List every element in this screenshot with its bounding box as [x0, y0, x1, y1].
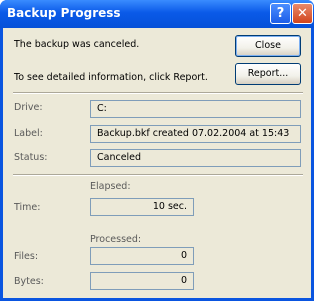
- report-hint: To see detailed information, click Repor…: [14, 72, 208, 83]
- label-label: Label:: [14, 128, 43, 139]
- separator-bottom: [13, 174, 303, 176]
- status-label: Status:: [14, 152, 48, 163]
- bytes-label: Bytes:: [14, 276, 44, 287]
- help-icon: ?: [276, 6, 285, 21]
- time-label: Time:: [14, 202, 41, 213]
- close-button[interactable]: Close: [235, 35, 301, 57]
- window-title: Backup Progress: [7, 6, 121, 20]
- time-field: 10 sec.: [90, 198, 194, 216]
- status-message: The backup was canceled.: [14, 39, 140, 50]
- files-field: 0: [90, 247, 194, 265]
- window-close-button[interactable]: ✕: [292, 3, 313, 24]
- label-field: Backup.bkf created 07.02.2004 at 15:43: [90, 125, 301, 143]
- files-label: Files:: [14, 251, 39, 262]
- help-button[interactable]: ?: [270, 3, 291, 24]
- dialog-body: The backup was canceled. Close To see de…: [3, 28, 311, 298]
- report-button[interactable]: Report...: [235, 63, 301, 85]
- title-bar[interactable]: Backup Progress ? ✕: [0, 0, 314, 28]
- elapsed-header: Elapsed:: [90, 181, 131, 192]
- drive-label: Drive:: [14, 102, 43, 113]
- drive-field: C:: [90, 100, 301, 118]
- backup-progress-window: Backup Progress ? ✕ The backup was cance…: [0, 0, 314, 301]
- separator-top: [13, 92, 303, 94]
- status-field: Canceled: [90, 149, 301, 167]
- bytes-field: 0: [90, 272, 194, 290]
- close-icon: ✕: [297, 6, 308, 21]
- processed-header: Processed:: [90, 234, 142, 245]
